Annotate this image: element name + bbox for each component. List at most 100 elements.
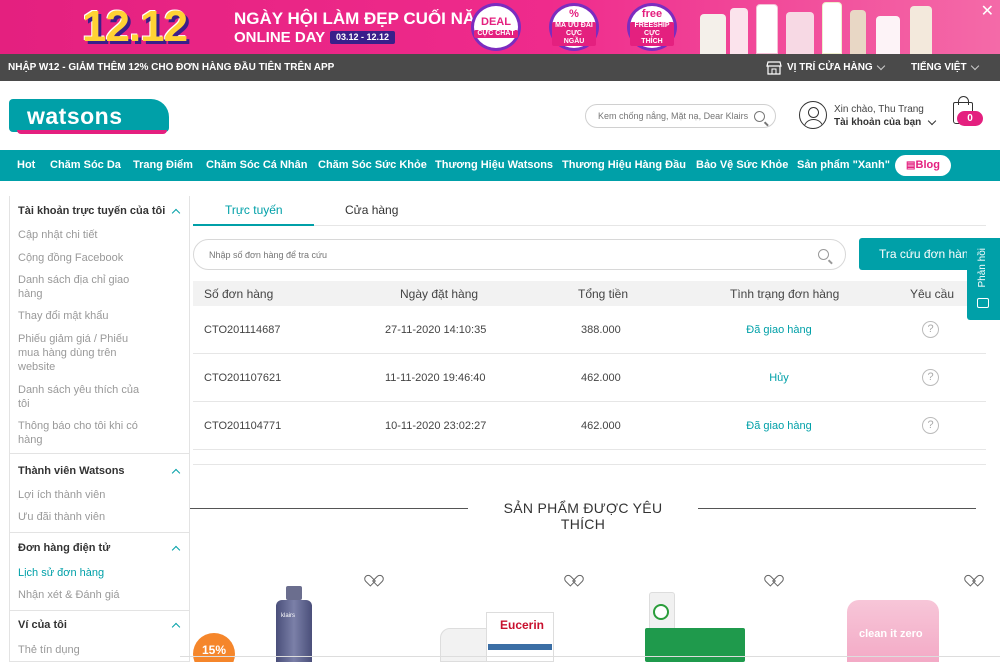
sidebar-divider [10, 532, 190, 533]
favorites-title: SẢN PHẨM ĐƯỢC YÊU THÍCH [503, 500, 663, 532]
search-icon[interactable] [754, 111, 765, 122]
promo-badge-line2: CỰC CHẤT [474, 29, 518, 38]
product-image-banila[interactable]: clean it zero [845, 600, 941, 662]
top-bar: NHẬP W12 - GIẢM THÊM 12% CHO ĐƠN HÀNG ĐẦ… [0, 54, 1000, 81]
nav-item-top-brands[interactable]: Thương Hiệu Hàng Đầu [562, 150, 686, 181]
wishlist-heart-icon[interactable] [367, 570, 379, 581]
chevron-down-icon [970, 61, 979, 70]
sidebar-link[interactable]: Danh sách địa chỉ giao hàng [18, 273, 143, 301]
sidebar-link[interactable]: Ưu đãi thành viên [18, 510, 143, 524]
chevron-up-icon[interactable] [171, 468, 181, 478]
heading-line [698, 508, 976, 509]
tab-store[interactable]: Cửa hàng [345, 203, 398, 217]
cart-count-badge: 0 [957, 111, 983, 126]
order-id[interactable]: CTO201114687 [204, 323, 280, 337]
nav-item-watsons-brand[interactable]: Thương Hiệu Watsons [435, 150, 553, 181]
product-label: clean it zero [859, 628, 923, 640]
order-date: 27-11-2020 14:10:35 [385, 324, 487, 336]
sidebar-link[interactable]: Lợi ích thành viên [18, 488, 143, 502]
product-row-bottom-border [180, 656, 1000, 662]
wishlist-heart-icon[interactable] [567, 570, 579, 581]
feedback-label: Phản hồi [977, 248, 988, 288]
sidebar-link[interactable]: Cập nhật chi tiết [18, 228, 143, 242]
table-header: Số đơn hàng Ngày đặt hàng Tổng tiền Tình… [193, 281, 986, 306]
promo-banner[interactable]: 12.12 NGÀY HỘI LÀM ĐẸP CUỐI NĂM ONLINE D… [0, 0, 1000, 54]
product-image-eucerin[interactable]: Eucerin [440, 612, 554, 662]
order-id[interactable]: CTO201104771 [204, 419, 281, 433]
promo-badge-line2: FREESHIP CỰC THÍCH [630, 21, 674, 46]
wishlist-heart-icon[interactable] [767, 570, 779, 581]
wishlist-heart-icon[interactable] [967, 570, 979, 581]
help-icon[interactable]: ? [922, 321, 939, 338]
chevron-up-icon[interactable] [171, 622, 181, 632]
chevron-up-icon[interactable] [171, 208, 181, 218]
feedback-side-tab[interactable]: Phản hồi [967, 238, 1000, 320]
product-search-input[interactable] [598, 108, 748, 124]
chevron-up-icon[interactable] [171, 545, 181, 555]
order-status: Đã giao hàng [746, 324, 812, 336]
watsons-logo[interactable]: watsons [9, 99, 169, 134]
product-label: klairs [281, 613, 296, 619]
promo-big-number: 12.12 [82, 2, 188, 51]
chevron-down-icon [876, 61, 885, 70]
sidebar-link[interactable]: Thông báo cho tôi khi có hàng [18, 419, 143, 447]
promo-badge-line1: % [569, 7, 579, 20]
nav-item-makeup[interactable]: Trang Điểm [133, 150, 193, 181]
site-header: watsons Xin chào, Thu Trang Tài khoản củ… [0, 81, 1000, 150]
nav-blog-button[interactable]: ▤Blog [895, 155, 951, 176]
nav-item-skincare[interactable]: Chăm Sóc Da [50, 150, 121, 181]
order-search [193, 239, 846, 270]
order-id[interactable]: CTO201107621 [204, 371, 281, 385]
sidebar-link[interactable]: Danh sách yêu thích của tôi [18, 383, 143, 411]
account-sidebar: Tài khoản trực tuyến của tôi Cập nhật ch… [9, 196, 190, 662]
main-nav: Hot Chăm Sóc Da Trang Điểm Chăm Sóc Cá N… [0, 150, 1000, 181]
sidebar-group-title[interactable]: Đơn hàng điện tử [18, 542, 110, 555]
column-header: Yêu cầu [910, 287, 955, 301]
section-divider [193, 464, 986, 465]
user-icon[interactable] [799, 101, 827, 129]
nav-item-green-products[interactable]: Sản phẩm "Xanh" [797, 150, 890, 181]
logo-swoosh [17, 130, 167, 134]
logo-text: watsons [27, 102, 123, 129]
nav-item-personal-care[interactable]: Chăm Sóc Cá Nhân [206, 150, 307, 181]
table-row: CTO201114687 27-11-2020 14:10:35 388.000… [193, 306, 986, 354]
store-locator-link[interactable]: VỊ TRÍ CỬA HÀNG [766, 54, 885, 81]
promo-badge-line1: free [641, 7, 663, 20]
order-status: Đã giao hàng [746, 420, 812, 432]
heading-line [190, 508, 468, 509]
column-header: Ngày đặt hàng [400, 287, 479, 301]
sidebar-group-title[interactable]: Ví của tôi [18, 619, 67, 632]
help-icon[interactable]: ? [922, 369, 939, 386]
feedback-icon [977, 298, 989, 308]
tab-online[interactable]: Trực tuyến [225, 203, 283, 217]
user-greeting: Xin chào, Thu Trang [834, 104, 924, 115]
search-icon[interactable] [818, 249, 829, 260]
order-search-input[interactable] [209, 247, 769, 263]
product-image-klairs[interactable]: klairs [273, 586, 315, 662]
promo-close-icon[interactable]: ✕ [981, 2, 994, 20]
nav-item-health-protection[interactable]: Bảo Vệ Sức Khỏe [696, 150, 788, 181]
favorites-heading: SẢN PHẨM ĐƯỢC YÊU THÍCH [190, 500, 976, 532]
product-image-acnes[interactable] [645, 592, 745, 662]
account-link-label: Tài khoản của bạn [834, 117, 922, 128]
topbar-promo-text[interactable]: NHẬP W12 - GIẢM THÊM 12% CHO ĐƠN HÀNG ĐẦ… [8, 54, 334, 81]
sidebar-link[interactable]: Cộng đồng Facebook [18, 251, 143, 265]
column-header: Tình trạng đơn hàng [730, 287, 840, 301]
sidebar-link[interactable]: Phiếu giảm giá / Phiếu mua hàng dùng trê… [18, 332, 143, 374]
sidebar-link-order-history[interactable]: Lịch sử đơn hàng [18, 566, 143, 580]
page: 12.12 NGÀY HỘI LÀM ĐẸP CUỐI NĂM ONLINE D… [0, 0, 1000, 662]
account-menu[interactable]: Tài khoản của bạn [834, 116, 937, 129]
help-icon[interactable]: ? [922, 417, 939, 434]
sidebar-link[interactable]: Thẻ tín dụng [18, 643, 143, 657]
nav-item-hot[interactable]: Hot [17, 150, 35, 181]
sidebar-group-title[interactable]: Tài khoản trực tuyến của tôi [18, 205, 165, 218]
sidebar-group-title[interactable]: Thành viên Watsons [18, 465, 125, 478]
language-selector[interactable]: TIẾNG VIỆT [911, 54, 979, 81]
nav-item-health-care[interactable]: Chăm Sóc Sức Khỏe [318, 150, 427, 181]
order-total: 462.000 [581, 372, 621, 384]
order-status: Hủy [769, 372, 789, 384]
column-header: Tổng tiền [578, 287, 629, 301]
sidebar-link[interactable]: Nhận xét & Đánh giá [18, 588, 143, 602]
product-label: Eucerin [500, 618, 545, 632]
sidebar-link[interactable]: Thay đổi mật khẩu [18, 309, 143, 323]
